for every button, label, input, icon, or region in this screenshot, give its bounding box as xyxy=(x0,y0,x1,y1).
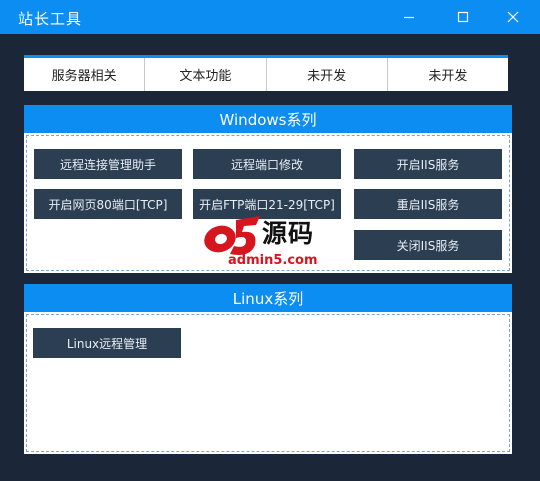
close-icon xyxy=(507,11,519,23)
remote-port-button[interactable]: 远程端口修改 xyxy=(193,149,341,179)
title-bar: 站长工具 xyxy=(0,0,540,34)
linux-group: Linux系列 Linux远程管理 xyxy=(24,284,512,454)
maximize-button[interactable] xyxy=(440,0,486,34)
minimize-button[interactable] xyxy=(386,0,432,34)
watermark-url: admin5.com xyxy=(228,253,318,268)
stop-iis-button[interactable]: 关闭IIS服务 xyxy=(354,230,502,260)
linux-remote-button[interactable]: Linux远程管理 xyxy=(33,328,181,358)
tab-bar: 服务器相关 文本功能 未开发 未开发 xyxy=(24,55,508,91)
open-port-80-button[interactable]: 开启网页80端口[TCP] xyxy=(34,189,182,219)
window-title: 站长工具 xyxy=(18,10,83,28)
close-button[interactable] xyxy=(490,0,536,34)
watermark-logo: 源码 admin5.com xyxy=(200,212,342,270)
windows-group-title: Windows系列 xyxy=(24,105,512,133)
enable-iis-button[interactable]: 开启IIS服务 xyxy=(354,149,502,179)
linux-group-title: Linux系列 xyxy=(24,284,512,312)
minimize-icon xyxy=(404,16,414,19)
remote-connection-button[interactable]: 远程连接管理助手 xyxy=(34,149,182,179)
maximize-icon xyxy=(457,11,469,23)
watermark-brand: 源码 xyxy=(262,219,315,248)
a5-logo-icon xyxy=(204,216,260,255)
tab-text-functions[interactable]: 文本功能 xyxy=(144,58,265,91)
tab-server[interactable]: 服务器相关 xyxy=(24,58,145,91)
restart-iis-button[interactable]: 重启IIS服务 xyxy=(354,189,502,219)
tab-undeveloped-2[interactable]: 未开发 xyxy=(386,58,508,91)
tab-undeveloped-1[interactable]: 未开发 xyxy=(265,58,387,91)
